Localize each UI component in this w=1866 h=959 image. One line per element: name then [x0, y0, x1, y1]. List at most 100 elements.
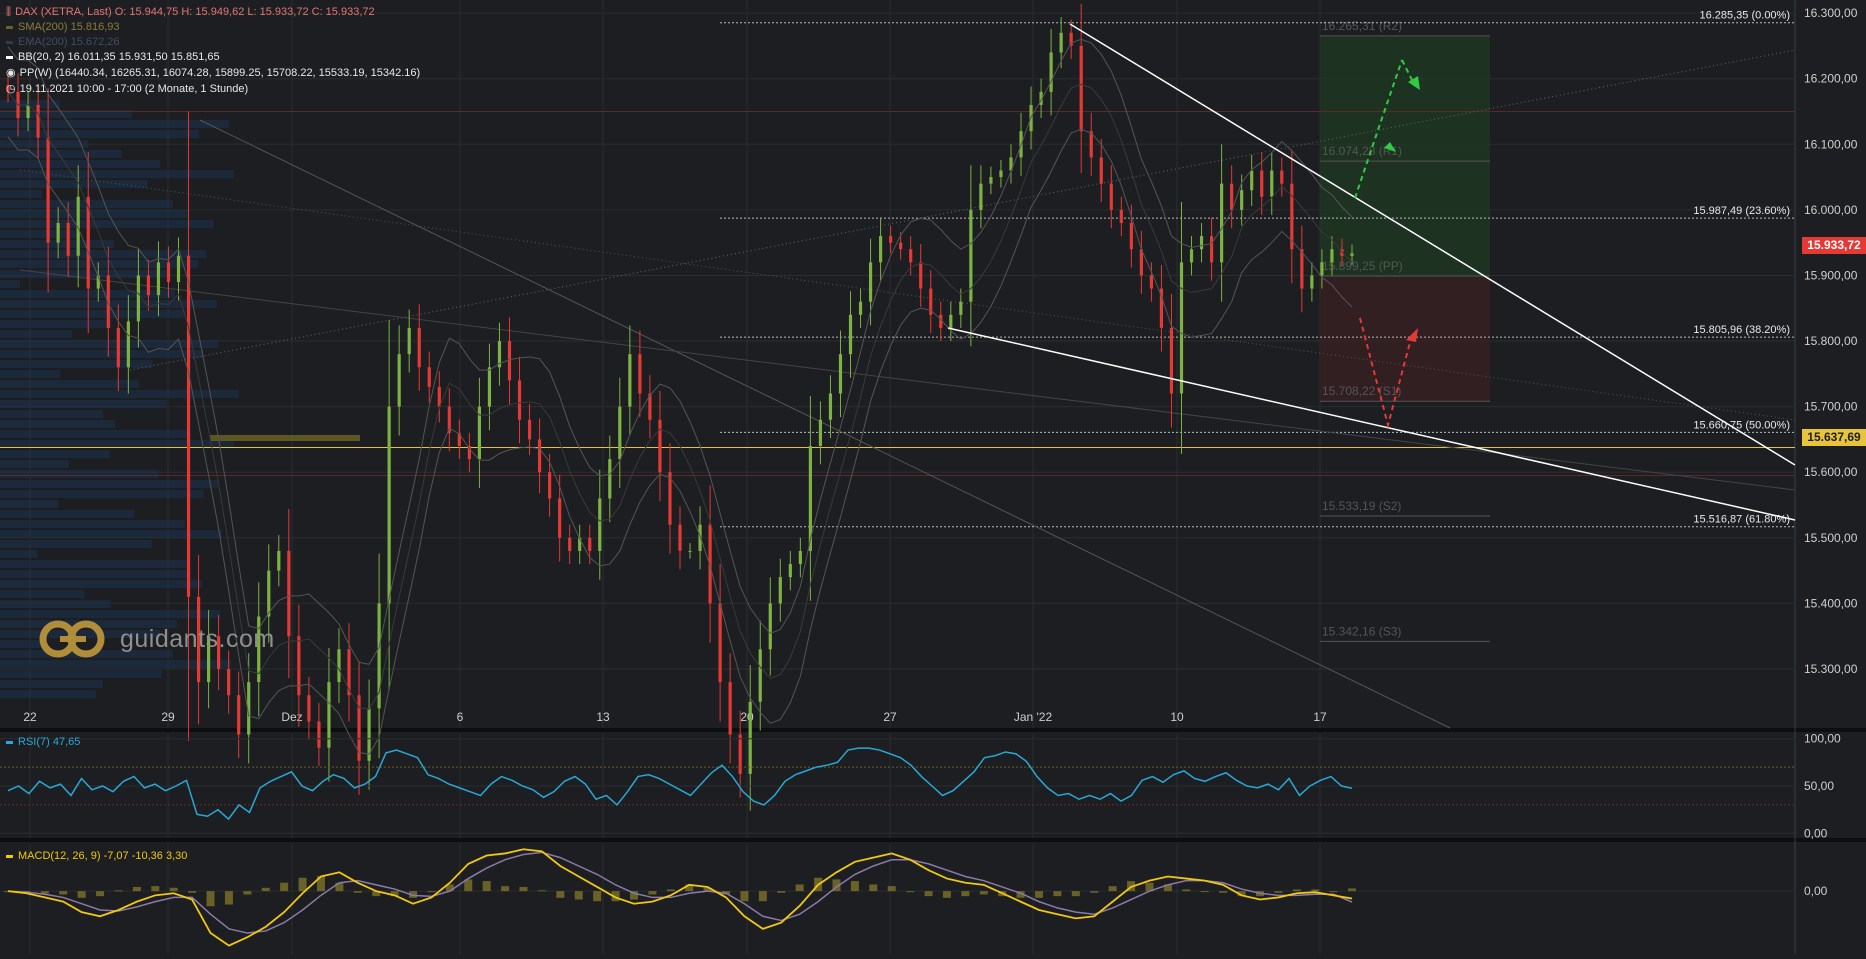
- candle-body: [1129, 222, 1133, 250]
- candle-body: [1260, 170, 1264, 197]
- candle-body: [848, 314, 853, 355]
- candle-body: [1280, 170, 1284, 184]
- candle-body: [407, 327, 411, 355]
- candle-body: [487, 367, 492, 407]
- macd-histogram-bar: [666, 889, 675, 892]
- candle-body: [537, 439, 542, 473]
- macd-histogram-bar: [1348, 888, 1356, 892]
- candle-body: [527, 419, 532, 440]
- candle-body: [1330, 249, 1334, 263]
- candle-body: [628, 354, 632, 407]
- macd-histogram-bar: [224, 891, 233, 905]
- volume-profile-bar: [0, 130, 199, 138]
- x-tick-label: 29: [161, 710, 175, 724]
- y-tick-label: 16.300,00: [1804, 6, 1858, 20]
- x-tick-label: 20: [740, 710, 754, 724]
- candle-body: [387, 406, 391, 604]
- macd-histogram-bar: [1071, 891, 1080, 897]
- candle-body: [1199, 236, 1204, 250]
- candle-body: [176, 255, 181, 283]
- candle-body: [608, 459, 612, 499]
- candle-body: [1119, 209, 1123, 223]
- chart-canvas[interactable]: 22 29 Dez 6 13 20 27 Jan '22 10 17 16.300,00 16.200…: [0, 0, 1866, 954]
- volume-profile-bar: [0, 440, 234, 448]
- candle-body: [1139, 249, 1143, 276]
- y-tick-label: 15.400,00: [1804, 596, 1858, 610]
- macd-histogram-bar: [537, 890, 546, 892]
- volume-profile-bar: [0, 220, 214, 228]
- volume-profile-bar: [0, 510, 134, 518]
- candle-body: [598, 498, 602, 551]
- y-tick-label: 16.200,00: [1804, 72, 1858, 86]
- volume-profile-bar: [0, 190, 42, 198]
- candle-body: [548, 472, 552, 499]
- fib-level-label: 15.660,75 (50.00%): [1693, 419, 1790, 431]
- candle-body: [678, 524, 682, 551]
- macd-histogram-bar: [850, 881, 859, 892]
- candle-body: [277, 550, 281, 571]
- candle-body: [1270, 170, 1274, 197]
- candle-body: [638, 354, 642, 394]
- candle-body: [959, 301, 963, 315]
- ema-legend: EMA(200) 15.672,26: [6, 36, 120, 49]
- candle-body: [1189, 249, 1194, 263]
- candle-body: [588, 537, 592, 551]
- macd-histogram-bar: [795, 884, 804, 892]
- volume-profile-bar: [0, 480, 218, 488]
- y-tick-label: 15.300,00: [1804, 662, 1858, 676]
- volume-profile-bar: [0, 670, 162, 678]
- x-tick-label: 10: [1170, 710, 1184, 724]
- macd-histogram-bar: [1292, 889, 1301, 892]
- volume-profile-bar: [0, 690, 96, 698]
- candle-body: [1300, 249, 1304, 289]
- candle-body: [1310, 275, 1314, 289]
- bb-legend: BB(20, 2) 16.011,35 15.931,50 15.851,65: [6, 51, 220, 64]
- fib-level-label: 15.805,96 (38.20%): [1693, 324, 1790, 336]
- candle-body: [899, 242, 903, 250]
- volume-profile-bar: [0, 490, 204, 498]
- candle-body: [718, 603, 722, 683]
- volume-profile-bar: [0, 540, 152, 548]
- macd-histogram-bar: [206, 891, 215, 907]
- candle-body: [146, 275, 151, 296]
- sma-legend: SMA(200) 15.816,93: [6, 21, 120, 34]
- y-tick-label: 15.700,00: [1804, 400, 1858, 414]
- macd-histogram-bar: [758, 891, 767, 902]
- guidants-logo: guidants.com: [38, 618, 275, 660]
- y-tick-label: 16.000,00: [1804, 203, 1858, 217]
- candle-body: [999, 170, 1003, 178]
- macd-histogram-bar: [298, 877, 307, 892]
- candle-body: [186, 255, 191, 597]
- volume-profile-bar: [0, 610, 221, 618]
- volume-profile-bar: [0, 410, 104, 418]
- rsi-color-icon: [6, 740, 13, 744]
- macd-histogram-bar: [482, 881, 491, 892]
- candle-body: [949, 314, 953, 328]
- candle-body: [558, 498, 562, 538]
- chart-stage[interactable]: 22 29 Dez 6 13 20 27 Jan '22 10 17 16.300,00 16.200…: [0, 0, 1866, 954]
- candle-body: [1049, 52, 1053, 92]
- macd-histogram-bar: [77, 891, 86, 898]
- candle-body: [1350, 253, 1354, 256]
- macd-histogram-bar: [353, 891, 362, 893]
- macd-tick-label: 0,00: [1804, 884, 1828, 898]
- volume-profile-bar: [0, 500, 59, 508]
- candle-body: [738, 734, 742, 774]
- volume-profile-bar: [0, 170, 234, 178]
- candle-body: [307, 695, 311, 722]
- fib-level-label: 16.285,35 (0.00%): [1699, 10, 1790, 22]
- candle-body: [818, 419, 823, 446]
- macd-histogram-bar: [1035, 891, 1044, 898]
- volume-profile-bar: [0, 560, 187, 568]
- candle-body: [778, 577, 782, 604]
- volume-profile-bar: [0, 660, 231, 668]
- candle-body: [618, 406, 622, 460]
- candle-body: [768, 603, 772, 650]
- y-tick-label: 16.100,00: [1804, 137, 1858, 151]
- rsi-tick-label: 100,00: [1804, 732, 1841, 746]
- volume-profile-bar: [0, 350, 204, 358]
- candle-body: [1240, 190, 1244, 210]
- candle-body: [1079, 45, 1083, 132]
- candle-body: [989, 177, 993, 184]
- ema-color-icon: [6, 40, 13, 44]
